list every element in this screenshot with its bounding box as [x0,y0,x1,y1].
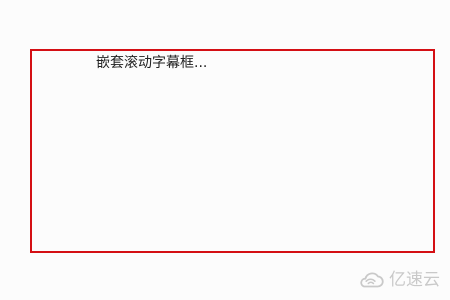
page: 嵌套滚动字幕框... 亿速云 [0,0,450,300]
watermark-text: 亿速云 [389,270,440,290]
nested-marquee-frame: 嵌套滚动字幕框... [30,49,435,253]
cloud-logo-icon [357,271,385,289]
marquee-text: 嵌套滚动字幕框... [96,55,208,71]
watermark: 亿速云 [357,269,440,291]
